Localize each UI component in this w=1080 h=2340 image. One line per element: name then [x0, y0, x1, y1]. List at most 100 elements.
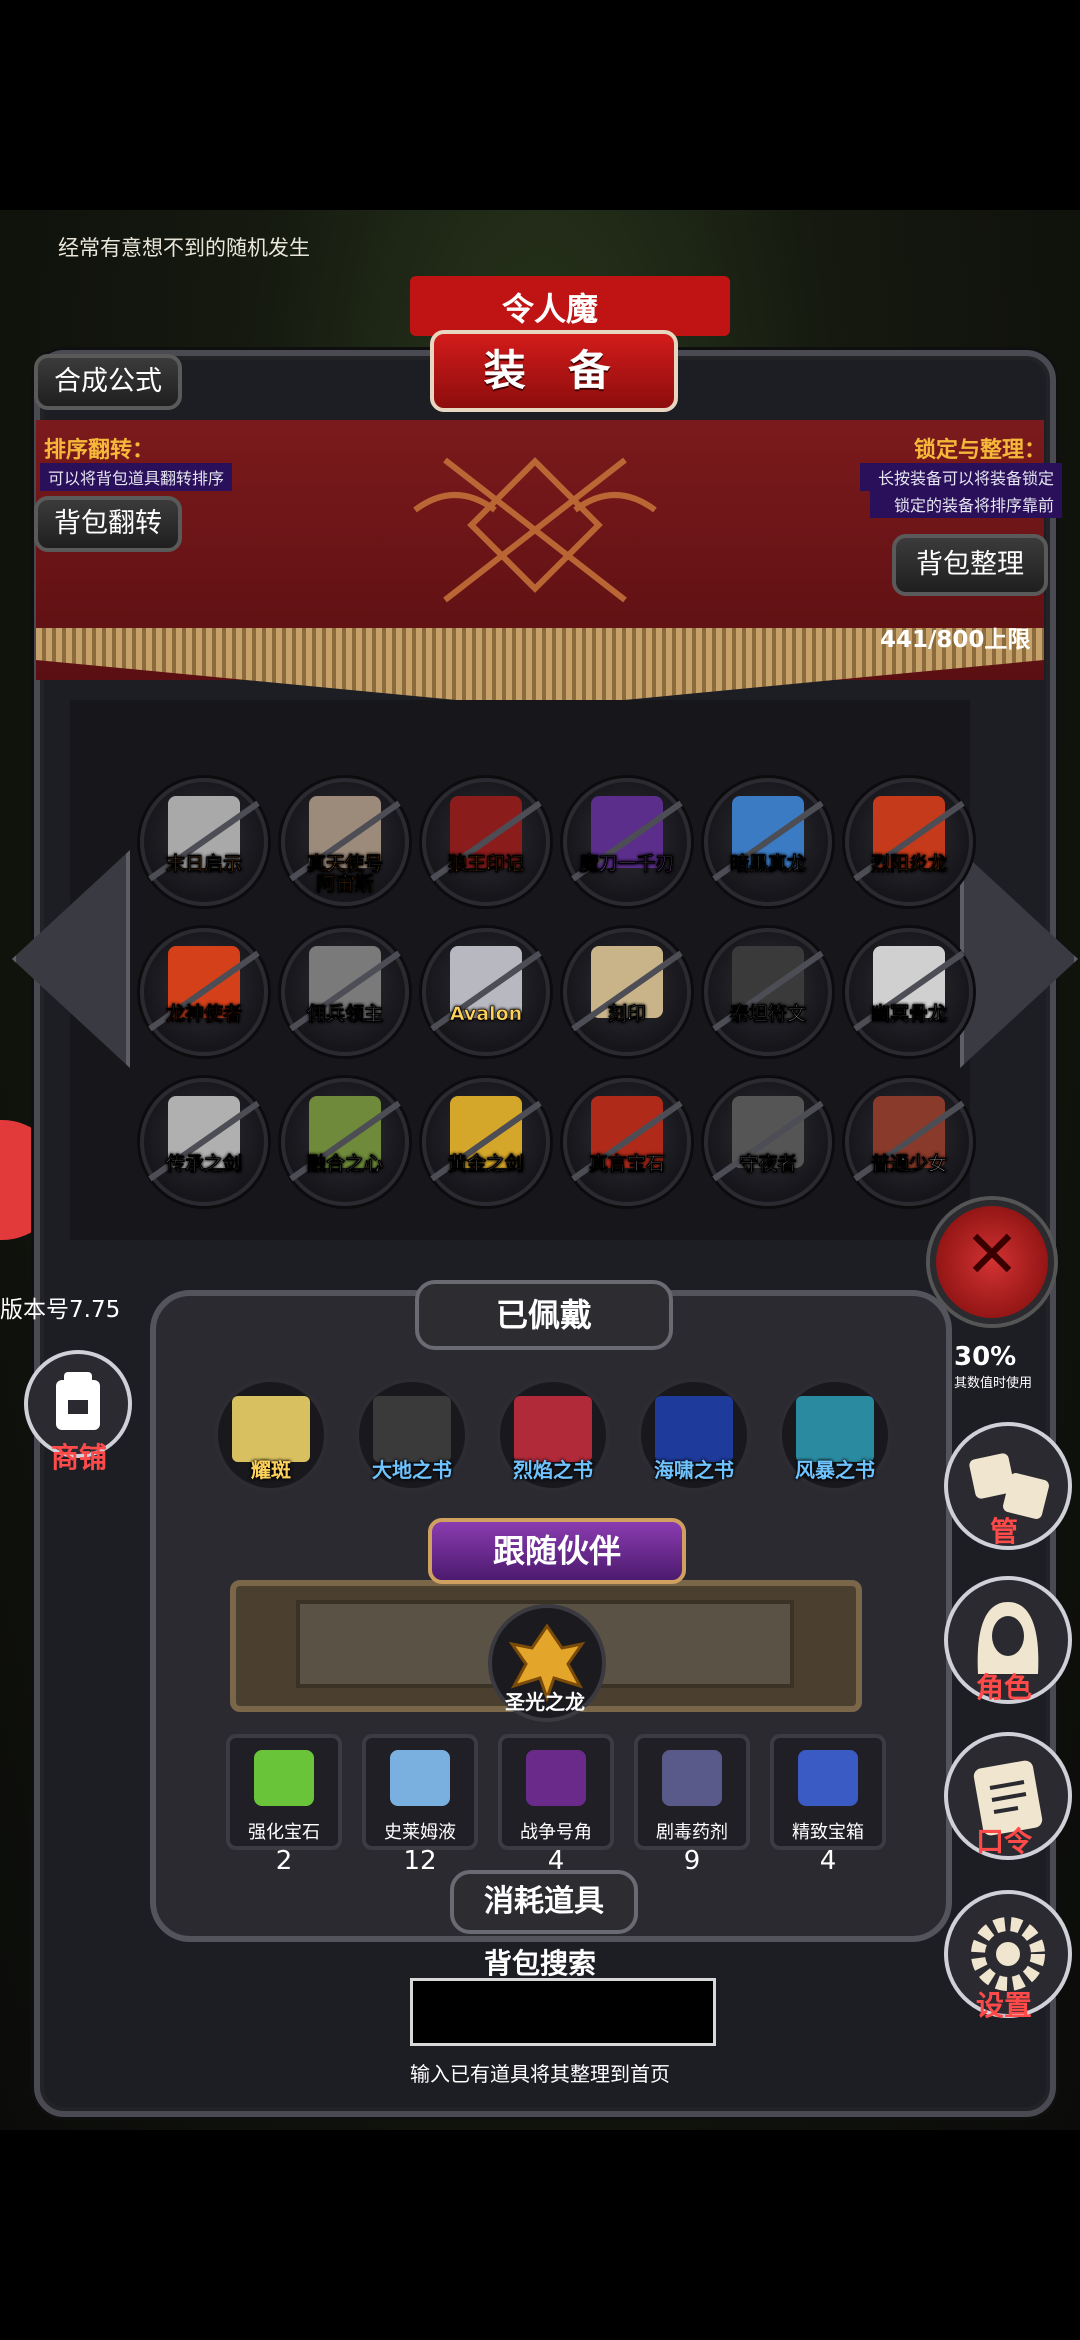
gem-icon	[254, 1750, 314, 1806]
item-name: 刻印	[607, 1003, 647, 1025]
sort-button[interactable]: 背包整理	[892, 534, 1048, 596]
sort-flip-desc-box: 可以将背包道具翻转排序	[40, 463, 233, 491]
item-name: 佣兵领主	[306, 1003, 384, 1025]
consumable-name: 精致宝箱	[792, 1822, 864, 1843]
consumable-item[interactable]: 强化宝石 2	[226, 1734, 342, 1876]
companion-title: 跟随伙伴	[428, 1518, 686, 1584]
worn-item-name: 大地之书	[372, 1458, 452, 1482]
item-name: 传承之剑	[165, 1153, 243, 1175]
worn-title: 已佩戴	[415, 1280, 673, 1350]
book-icon	[514, 1396, 592, 1462]
lock-sort-label: 锁定与整理：	[913, 438, 1046, 463]
inventory-item[interactable]: 真天使号 阿宙斯	[281, 778, 409, 906]
item-name: 狼王印记	[447, 853, 525, 875]
item-name: 泰坦符文	[729, 1003, 807, 1025]
close-icon: ✕	[964, 1216, 1020, 1293]
search-input[interactable]	[410, 1978, 716, 2046]
item-name: 黄金之剑	[447, 1153, 525, 1175]
item-name: 幽冥骨龙	[870, 1003, 948, 1025]
inventory-item[interactable]: 龙神使者	[140, 928, 268, 1056]
item-name: 暗黑真龙	[729, 853, 807, 875]
consumable-name: 剧毒药剂	[656, 1822, 728, 1843]
inventory-item[interactable]: 黄金之剑	[422, 1078, 550, 1206]
consumables-title: 消耗道具	[450, 1870, 638, 1934]
consumable-item[interactable]: 精致宝箱 4	[770, 1734, 886, 1876]
potion-icon	[390, 1750, 450, 1806]
inventory-item[interactable]: 融合之心	[281, 1078, 409, 1206]
worn-item[interactable]: 海啸之书	[637, 1378, 751, 1492]
consumable-name: 强化宝石	[248, 1822, 320, 1843]
horn-icon	[526, 1750, 586, 1806]
lock-desc-box-2: 锁定的装备将排序靠前	[870, 490, 1062, 518]
inventory-capacity: 441/800上限	[880, 627, 1031, 653]
consumable-count: 9	[683, 1846, 701, 1876]
staff-icon	[232, 1396, 310, 1462]
inventory-item[interactable]: 末日启示	[140, 778, 268, 906]
worn-item[interactable]: 烈焰之书	[496, 1378, 610, 1492]
item-name: 守夜者	[739, 1153, 797, 1175]
partial-stat-note: 其数值时使用	[954, 1376, 1033, 1391]
item-name: 龙神使者	[165, 1003, 243, 1025]
chest-icon	[798, 1750, 858, 1806]
inventory-item[interactable]: 幽冥骨龙	[845, 928, 973, 1056]
inventory-item[interactable]: 传承之剑	[140, 1078, 268, 1206]
item-name: 魔刀一千刃	[579, 853, 675, 875]
inventory-item[interactable]: 刻印	[563, 928, 691, 1056]
book-icon	[655, 1396, 733, 1462]
role-label: 角色	[975, 1671, 1032, 1704]
item-name: 末日启示	[165, 853, 243, 875]
random-tip: 经常有意想不到的随机发生	[58, 236, 310, 260]
manage-label: 管	[989, 1515, 1018, 1548]
inventory-item[interactable]: 狼王印记	[422, 778, 550, 906]
page-title-plate: 装 备	[430, 330, 678, 412]
worn-item-name: 海啸之书	[654, 1458, 734, 1482]
lock-desc-line2: 锁定的装备将排序靠前	[893, 496, 1054, 515]
flip-button[interactable]: 背包翻转	[34, 496, 182, 552]
inventory-item[interactable]: 普通少女	[845, 1078, 973, 1206]
worn-item[interactable]: 耀斑	[214, 1378, 328, 1492]
code-label: 口令	[975, 1825, 1032, 1858]
lock-desc-line1: 长按装备可以将装备锁定	[877, 469, 1054, 488]
consumable-item[interactable]: 剧毒药剂 9	[634, 1734, 750, 1876]
shop-label: 商铺	[50, 1441, 107, 1474]
inventory-item[interactable]: 泰坦符文	[704, 928, 832, 1056]
inventory-item[interactable]: 暗黑真龙	[704, 778, 832, 906]
inventory-item[interactable]: 真言宝石	[563, 1078, 691, 1206]
item-name: 真天使号 阿宙斯	[306, 853, 384, 895]
inventory-item[interactable]: 魔刀一千刃	[563, 778, 691, 906]
book-icon	[373, 1396, 451, 1462]
book-icon	[796, 1396, 874, 1462]
partial-stat-value: 30%	[954, 1342, 1017, 1372]
worn-item[interactable]: 大地之书	[355, 1378, 469, 1492]
consumable-name: 史莱姆液	[384, 1822, 456, 1843]
lock-desc-box: 长按装备可以将装备锁定	[860, 463, 1062, 491]
ribbon-text: 令人魔	[501, 290, 598, 328]
consumable-item[interactable]: 战争号角 4	[498, 1734, 614, 1876]
consumable-count: 4	[819, 1846, 837, 1876]
worn-item-name: 烈焰之书	[513, 1458, 593, 1482]
search-label: 背包搜索	[483, 1947, 596, 1980]
consumable-name: 战争号角	[520, 1822, 592, 1843]
consumable-item[interactable]: 史莱姆液 12	[362, 1734, 478, 1876]
close-button[interactable]: ✕	[930, 1200, 1054, 1324]
sort-flip-desc: 可以将背包道具翻转排序	[48, 469, 225, 488]
item-name: 普通少女	[870, 1153, 948, 1175]
settings-label: 设置	[975, 1989, 1032, 2022]
inventory-item[interactable]: 守夜者	[704, 1078, 832, 1206]
item-name: 烈阳炎龙	[870, 853, 948, 875]
poison-icon	[662, 1750, 722, 1806]
crossed-swords-emblem	[413, 457, 657, 603]
item-name: Avalon	[449, 1003, 523, 1025]
worn-item[interactable]: 风暴之书	[778, 1378, 892, 1492]
inventory-item[interactable]: Avalon	[422, 928, 550, 1056]
search-hint: 输入已有道具将其整理到首页	[410, 2062, 670, 2086]
version-label: 版本号7.75	[0, 1297, 121, 1323]
inventory-item[interactable]: 烈阳炎龙	[845, 778, 973, 906]
worn-item-name: 耀斑	[251, 1458, 291, 1482]
companion-name: 圣光之龙	[505, 1690, 585, 1714]
item-name: 融合之心	[306, 1153, 384, 1175]
sort-flip-label: 排序翻转：	[44, 438, 155, 463]
inventory-item[interactable]: 佣兵领主	[281, 928, 409, 1056]
formula-button[interactable]: 合成公式	[34, 354, 182, 410]
worn-item-name: 风暴之书	[795, 1458, 875, 1482]
